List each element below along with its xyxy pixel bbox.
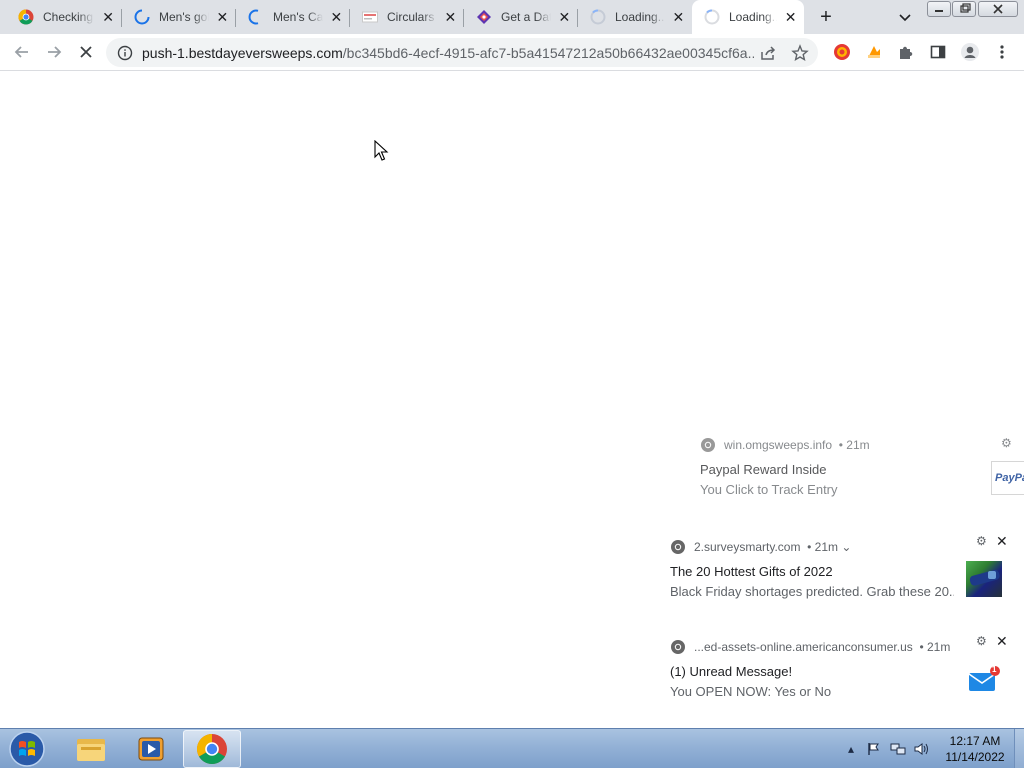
- tab-close-icon[interactable]: ✕: [443, 9, 458, 25]
- tab-close-icon[interactable]: ✕: [329, 9, 344, 25]
- network-icon[interactable]: [890, 741, 906, 757]
- loading-spinner-icon: [590, 9, 606, 25]
- paypal-logo-image: PayPal: [991, 461, 1024, 495]
- notification-close-icon[interactable]: ✕: [996, 534, 1008, 548]
- tab-title: Loading...: [615, 10, 665, 24]
- back-arrow-icon[interactable]: [12, 42, 32, 62]
- notification-title: Paypal Reward Inside: [700, 462, 827, 477]
- media-player-icon: [138, 737, 164, 761]
- notification-omgsweeps[interactable]: win.omgsweeps.info • 21m Paypal Reward I…: [700, 437, 1024, 507]
- notification-title: (1) Unread Message!: [670, 664, 793, 679]
- tab-title: Loading...: [729, 10, 778, 24]
- share-icon[interactable]: [758, 43, 778, 63]
- chrome-taskbar-button[interactable]: [183, 730, 241, 768]
- more-menu-icon[interactable]: [992, 42, 1012, 62]
- clock-date: 11/14/2022: [945, 750, 1005, 764]
- show-hidden-icons-icon[interactable]: ▴: [843, 741, 859, 757]
- tab-checking[interactable]: Checking ✕: [0, 0, 122, 34]
- tab-strip: Checking ✕ Men's gold ✕ Men's Cart ✕ Cir…: [0, 0, 1024, 34]
- extension-orange-icon[interactable]: [864, 42, 884, 62]
- site-info-icon[interactable]: [115, 43, 135, 63]
- tab-loading[interactable]: Loading... ✕: [578, 0, 692, 34]
- extension-red-icon[interactable]: [832, 42, 852, 62]
- notification-source: 2.surveysmarty.com • 21m ⌄: [670, 539, 851, 555]
- loading-spinner-icon: [134, 9, 150, 25]
- settings-gear-icon[interactable]: ⚙: [976, 535, 988, 547]
- tab-mens-gold[interactable]: Men's gold ✕: [122, 0, 236, 34]
- profile-icon[interactable]: [960, 42, 980, 62]
- windows-taskbar: ▴ 12:17 AM 11/14/2022: [0, 728, 1024, 768]
- action-center-flag-icon[interactable]: [866, 741, 882, 757]
- chrome-icon: [196, 734, 227, 765]
- new-tab-button[interactable]: +: [816, 7, 836, 27]
- side-panel-icon[interactable]: [928, 42, 948, 62]
- tab-close-icon[interactable]: ✕: [100, 9, 116, 25]
- notification-surveysmarty[interactable]: 2.surveysmarty.com • 21m ⌄ ⚙ ✕ The 20 Ho…: [670, 534, 1010, 609]
- forward-arrow-icon[interactable]: [44, 42, 64, 62]
- show-desktop-button[interactable]: [1014, 729, 1024, 768]
- close-window-button[interactable]: [978, 1, 1018, 17]
- tab-close-icon[interactable]: ✕: [671, 9, 686, 25]
- tab-close-icon[interactable]: ✕: [557, 9, 572, 25]
- chrome-mono-icon: [670, 539, 686, 555]
- mail-badge-icon: 1: [968, 665, 1002, 695]
- notification-source: ...ed-assets-online.americanconsumer.us …: [670, 639, 950, 655]
- settings-gear-icon[interactable]: ⚙: [1001, 437, 1013, 449]
- tab-search-chevron-icon[interactable]: [896, 8, 914, 26]
- puzzle-icon[interactable]: [896, 42, 916, 62]
- tab-title: Get a Date: [501, 10, 551, 24]
- address-bar[interactable]: push-1.bestdayeversweeps.com/bc345bd6-4e…: [106, 38, 818, 67]
- tab-close-icon[interactable]: ✕: [783, 9, 798, 25]
- url-path: /bc345bd6-4ecf-4915-afc7-b5a41547212a50b…: [342, 45, 754, 61]
- tab-loading-active[interactable]: Loading... ✕: [692, 0, 804, 34]
- tab-title: Men's gold: [159, 10, 209, 24]
- notification-body: You OPEN NOW: Yes or No: [670, 684, 832, 699]
- browser-toolbar: push-1.bestdayeversweeps.com/bc345bd6-4e…: [0, 34, 1024, 71]
- notification-americanconsumer[interactable]: ...ed-assets-online.americanconsumer.us …: [670, 634, 1010, 709]
- chrome-mono-icon: [670, 639, 686, 655]
- notification-close-icon[interactable]: ✕: [996, 634, 1008, 648]
- page-content: win.omgsweeps.info • 21m Paypal Reward I…: [0, 71, 1024, 728]
- restore-button[interactable]: [952, 1, 976, 17]
- notification-title: The 20 Hottest Gifts of 2022: [670, 564, 833, 579]
- chrome-icon: [18, 9, 34, 25]
- loading-spinner-icon: [248, 9, 264, 25]
- settings-gear-icon[interactable]: ⚙: [976, 635, 988, 647]
- tab-close-icon[interactable]: ✕: [215, 9, 230, 25]
- stop-loading-icon[interactable]: [76, 42, 96, 62]
- notification-source: win.omgsweeps.info • 21m: [700, 437, 870, 453]
- circulars-favicon-icon: [362, 9, 378, 25]
- url-text[interactable]: push-1.bestdayeversweeps.com/bc345bd6-4e…: [142, 45, 754, 61]
- chrome-mono-icon: [700, 437, 716, 453]
- tab-title: Men's Cart: [273, 10, 323, 24]
- tab-circulars[interactable]: Circulars ✕: [350, 0, 464, 34]
- mouse-cursor-icon: [374, 140, 389, 161]
- tab-title: Circulars: [387, 10, 435, 24]
- media-player-taskbar-button[interactable]: [122, 730, 180, 768]
- system-clock[interactable]: 12:17 AM 11/14/2022: [940, 733, 1010, 765]
- loading-spinner-icon: [704, 9, 720, 25]
- gift-thumbnail-image: [966, 561, 1002, 597]
- explorer-taskbar-button[interactable]: [62, 730, 120, 768]
- url-host: push-1.bestdayeversweeps.com: [142, 45, 343, 61]
- volume-icon[interactable]: [914, 741, 930, 757]
- start-orb-button[interactable]: [0, 730, 54, 768]
- notification-body: Black Friday shortages predicted. Grab t…: [670, 584, 954, 599]
- windows-start-icon: [9, 731, 45, 767]
- bookmark-star-icon[interactable]: [790, 43, 810, 63]
- tab-mens-cart[interactable]: Men's Cart ✕: [236, 0, 350, 34]
- minimize-button[interactable]: [927, 1, 951, 17]
- notification-body: You Click to Track Entry: [700, 482, 838, 497]
- folder-icon: [77, 739, 105, 761]
- mail-badge-count: 1: [992, 665, 997, 674]
- clock-time: 12:17 AM: [949, 734, 1001, 748]
- date-site-favicon-icon: [476, 9, 492, 25]
- tab-get-a-date[interactable]: Get a Date ✕: [464, 0, 578, 34]
- tab-title: Checking: [43, 10, 94, 24]
